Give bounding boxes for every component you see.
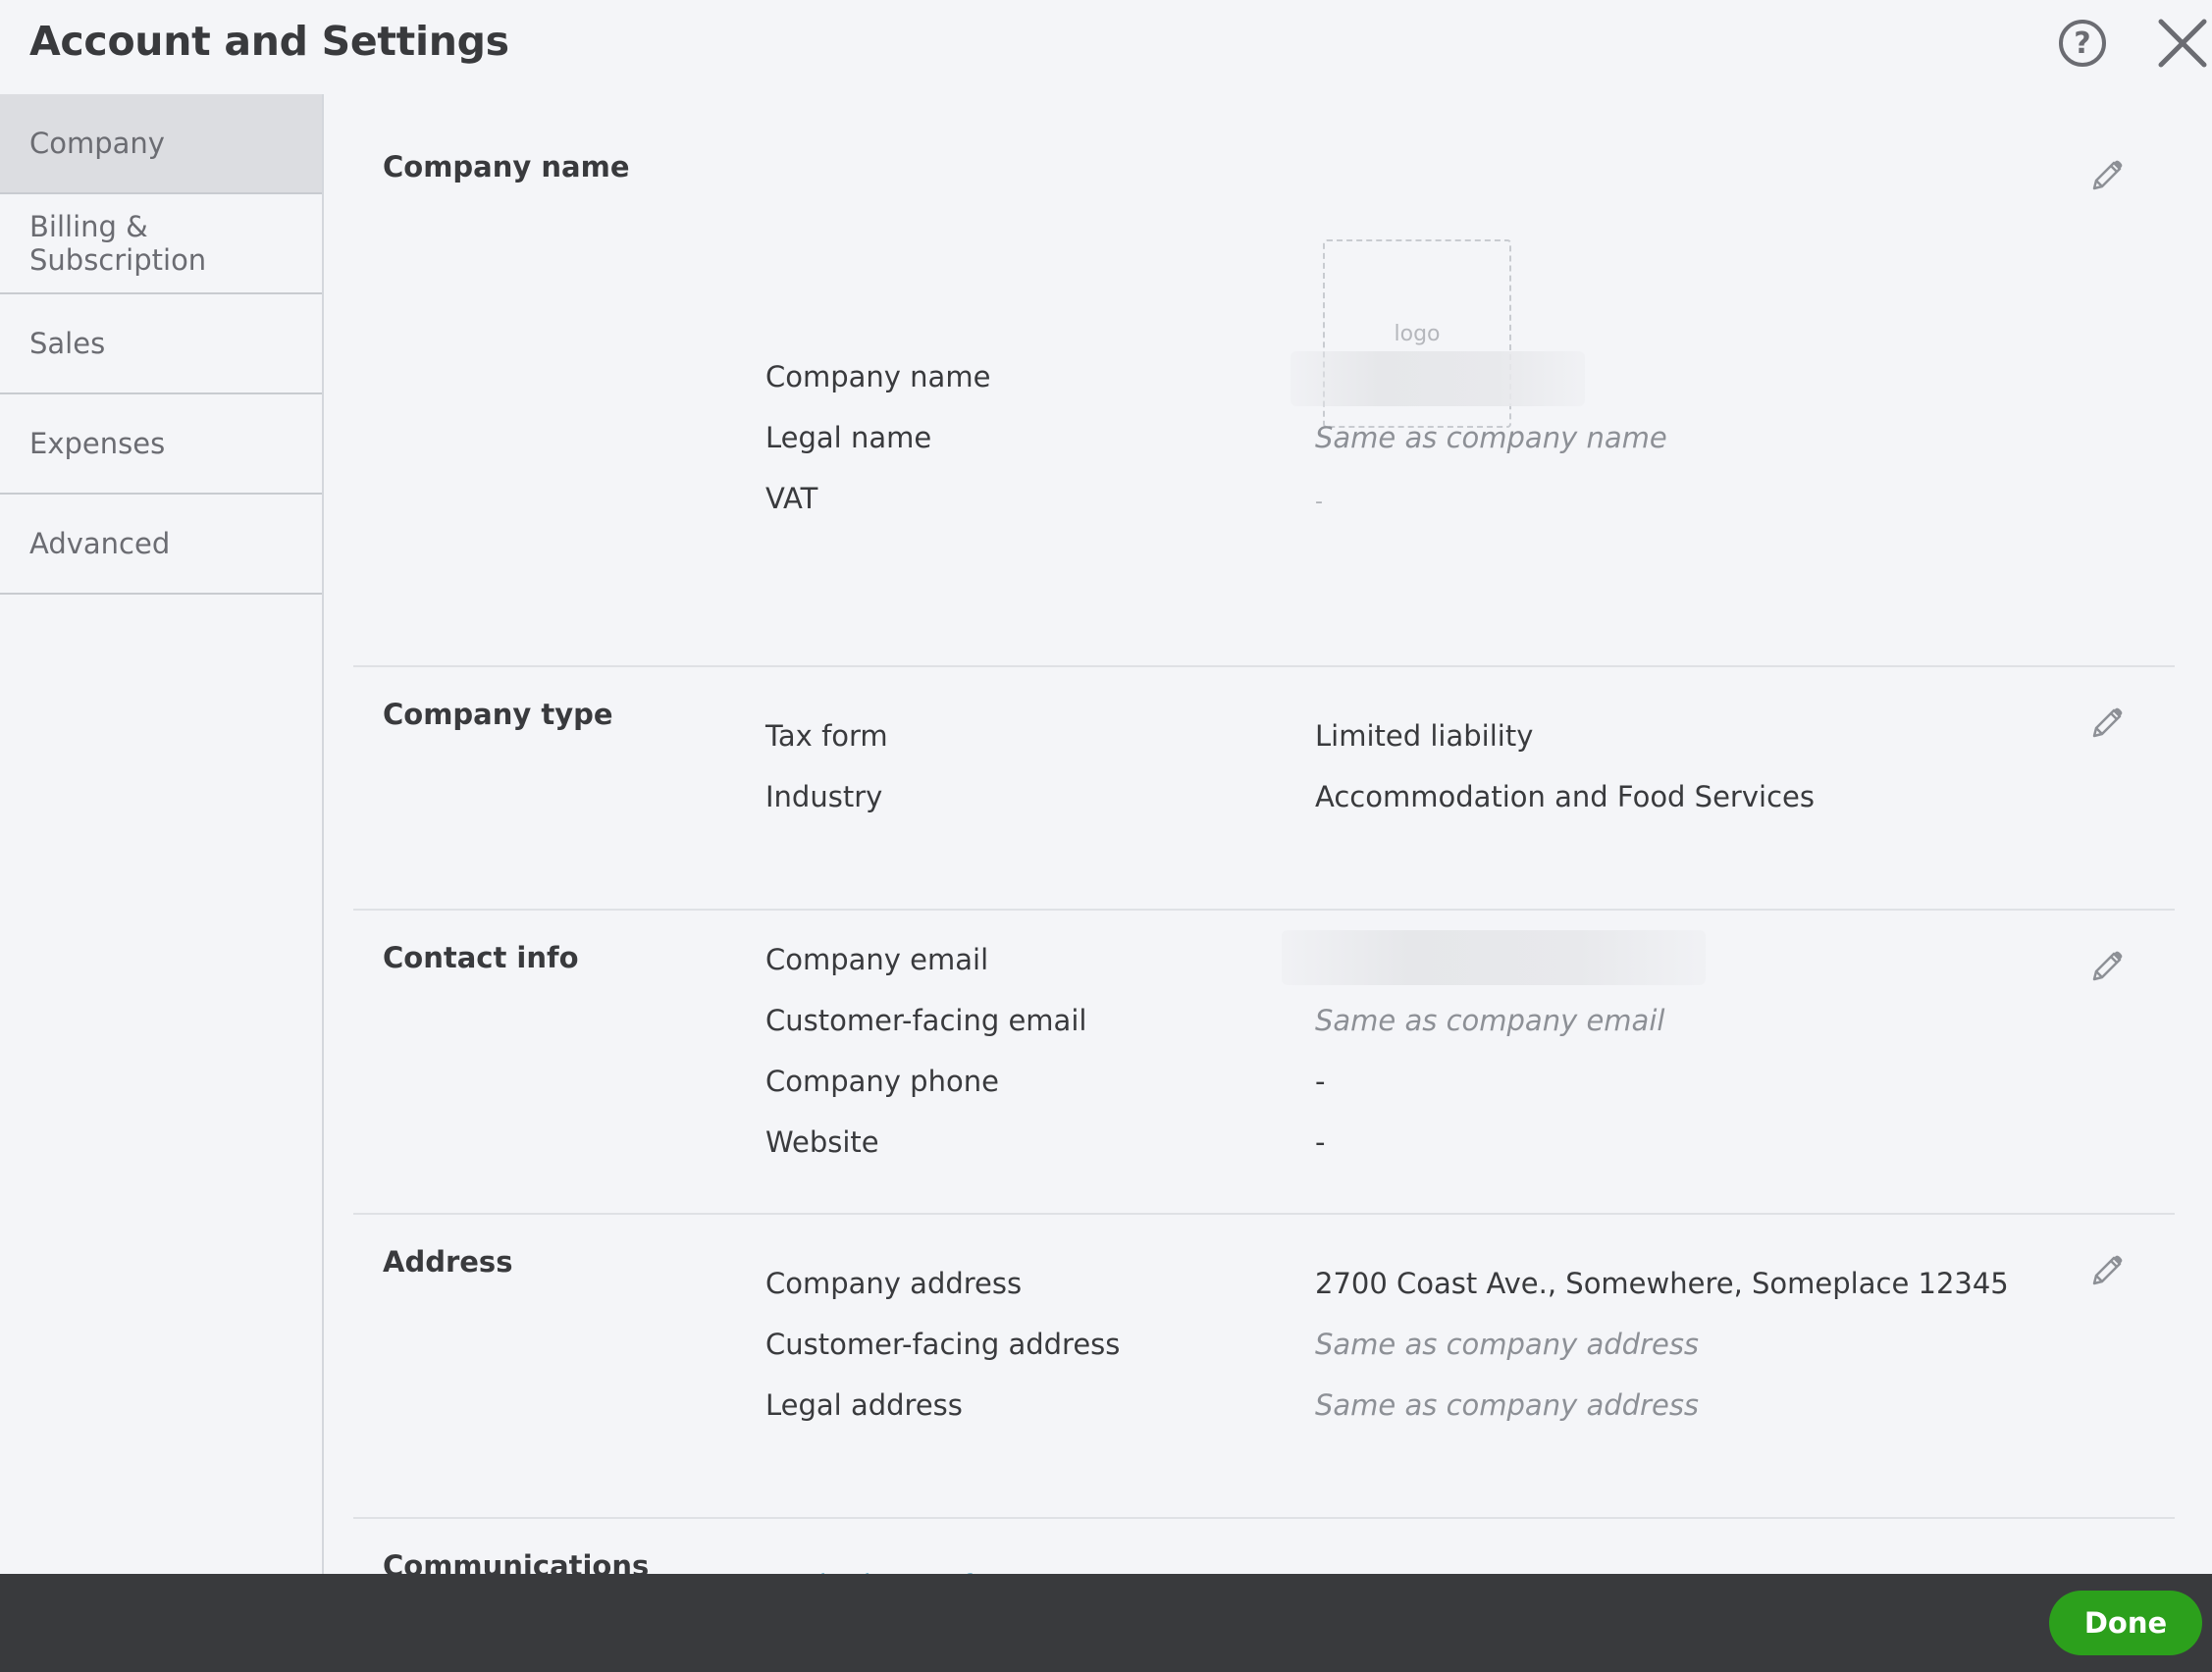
pencil-icon (2092, 160, 2123, 190)
sidebar-item-label: Sales (29, 327, 106, 360)
company-name-value-redacted (1290, 351, 1585, 406)
row-value: Same as company name (1315, 421, 1667, 454)
sidebar-item-expenses[interactable]: Expenses (0, 394, 322, 495)
edit-company-name-button[interactable] (2086, 157, 2126, 196)
pencil-icon (2092, 1255, 2123, 1285)
sidebar-item-label: Billing & Subscription (29, 210, 207, 277)
row-value: Same as company email (1315, 1004, 1665, 1037)
row-value: Same as company address (1315, 1328, 1700, 1361)
section-title: Contact info (383, 941, 579, 974)
pencil-icon (2092, 951, 2123, 981)
section-company-type[interactable]: Company type Tax form Limited liability … (353, 667, 2175, 911)
row-label: Legal address (765, 1388, 963, 1422)
row-label: VAT (765, 482, 818, 515)
row-label: Industry (765, 780, 883, 813)
question-circle-icon: ? (2074, 26, 2091, 61)
logo-placeholder-text: logo (1394, 321, 1441, 346)
row-value: - (1315, 490, 1323, 514)
row-label: Website (765, 1125, 879, 1159)
row-value: - (1315, 1125, 1326, 1159)
settings-content: Company name logo Company name Legal nam… (353, 94, 2175, 1658)
section-address[interactable]: Address Company address 2700 Coast Ave.,… (353, 1215, 2175, 1519)
row-label: Customer-facing email (765, 1004, 1087, 1037)
row-value: Accommodation and Food Services (1315, 780, 1815, 813)
sidebar-item-sales[interactable]: Sales (0, 294, 322, 394)
sidebar-item-label: Company (29, 127, 165, 160)
sidebar-item-company[interactable]: Company (0, 94, 322, 194)
company-email-value-redacted (1282, 930, 1706, 985)
close-button[interactable] (2157, 18, 2208, 69)
section-title: Address (383, 1245, 513, 1279)
page-title: Account and Settings (29, 18, 509, 65)
row-value: 2700 Coast Ave., Somewhere, Someplace 12… (1315, 1267, 2009, 1300)
row-label: Company address (765, 1267, 1023, 1300)
row-label: Customer-facing address (765, 1328, 1121, 1361)
row-value: - (1315, 1065, 1326, 1098)
edit-contact-info-button[interactable] (2086, 948, 2126, 987)
row-label: Company email (765, 943, 989, 976)
row-value: Limited liability (1315, 719, 1534, 753)
section-company-name[interactable]: Company name logo Company name Legal nam… (353, 147, 2175, 667)
section-contact-info[interactable]: Contact info Company email Customer-faci… (353, 911, 2175, 1215)
sidebar-item-advanced[interactable]: Advanced (0, 495, 322, 595)
pencil-icon (2092, 707, 2123, 738)
footer-bar: Done (0, 1574, 2212, 1672)
edit-company-type-button[interactable] (2086, 705, 2126, 744)
edit-address-button[interactable] (2086, 1252, 2126, 1291)
section-title: Company name (383, 150, 630, 183)
help-button[interactable]: ? (2059, 20, 2106, 67)
row-label: Tax form (765, 719, 888, 753)
done-button[interactable]: Done (2049, 1591, 2202, 1655)
close-icon (2158, 19, 2207, 68)
row-label: Company phone (765, 1065, 999, 1098)
row-label: Company name (765, 360, 991, 393)
row-value: Same as company address (1315, 1388, 1700, 1422)
row-label: Legal name (765, 421, 932, 454)
header-bar: Account and Settings ? (0, 0, 2212, 94)
settings-sidebar: Company Billing & Subscription Sales Exp… (0, 94, 324, 1574)
sidebar-item-billing-subscription[interactable]: Billing & Subscription (0, 194, 322, 294)
section-title: Company type (383, 698, 613, 731)
sidebar-item-label: Advanced (29, 527, 171, 560)
sidebar-item-label: Expenses (29, 427, 166, 460)
